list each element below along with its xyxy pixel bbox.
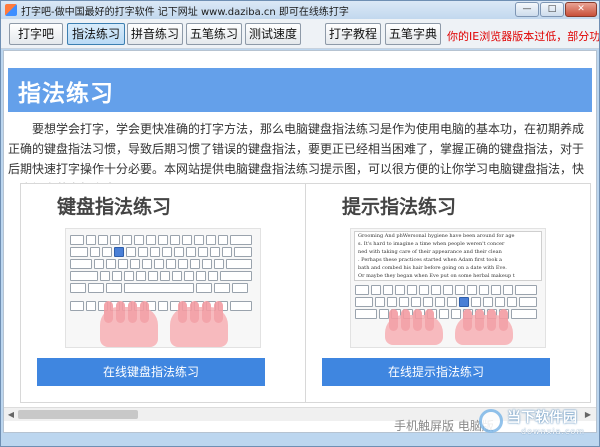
scrollbar-thumb[interactable] bbox=[18, 410, 138, 419]
nav-tutorial-button[interactable]: 打字教程 bbox=[325, 23, 381, 45]
sample-text-panel: Grooming And phWersonal hygiene have bee… bbox=[354, 231, 542, 281]
hands-illustration bbox=[385, 309, 515, 347]
web-content: 指法练习 要想学会打字，学会更快准确的打字方法，那么电脑键盘指法练习是作为使用电… bbox=[3, 50, 597, 433]
app-window: 打字吧-做中国最好的打字软件 记下网址 www.daziba.cn 即可在线练打… bbox=[0, 0, 600, 447]
nav-toolbar: 打字吧 指法练习 拼音练习 五笔练习 测试速度 打字教程 五笔字典 你的IE浏览… bbox=[1, 19, 599, 49]
scroll-left-icon[interactable]: ◀ bbox=[5, 409, 17, 420]
keyboard-practice-card: 键盘指法练习 在线键盘指法练习 bbox=[20, 183, 306, 403]
nav-wubi-dict-button[interactable]: 五笔字典 bbox=[385, 23, 441, 45]
card-title: 提示指法练习 bbox=[342, 196, 457, 218]
watermark-text: 当下软件园 bbox=[507, 410, 577, 426]
hint-fingering-image: Grooming And phWersonal hygiene have bee… bbox=[350, 228, 546, 348]
keyboard-row bbox=[355, 297, 537, 307]
watermark-logo-icon bbox=[479, 409, 503, 433]
maximize-button[interactable]: □ bbox=[540, 2, 564, 17]
hands-illustration bbox=[100, 301, 230, 347]
keyboard-row bbox=[70, 271, 252, 281]
nav-daziba-button[interactable]: 打字吧 bbox=[9, 23, 63, 45]
keyboard-row bbox=[70, 247, 252, 257]
sample-text-line: ned with taking care of their appearance… bbox=[358, 249, 502, 255]
online-hint-practice-button[interactable]: 在线提示指法练习 bbox=[322, 358, 550, 386]
keyboard-fingering-image bbox=[65, 228, 261, 348]
card-title: 键盘指法练习 bbox=[57, 196, 172, 218]
browser-warning: 你的IE浏览器版本过低，部分功能可能无法使用 bbox=[447, 30, 600, 43]
keyboard-row bbox=[70, 283, 248, 293]
sample-text-line: s. It's hard to imagine a time when peop… bbox=[358, 241, 505, 247]
sample-text-line: bath and combed his hair before going on… bbox=[358, 265, 507, 271]
nav-wubi-button[interactable]: 五笔练习 bbox=[186, 23, 242, 45]
sample-text-line: Grooming And phWersonal hygiene have bee… bbox=[358, 233, 515, 239]
page-title: 指法练习 bbox=[18, 81, 114, 107]
keyboard-row bbox=[70, 235, 252, 245]
online-keyboard-practice-button[interactable]: 在线键盘指法练习 bbox=[37, 358, 265, 386]
hint-practice-card: 提示指法练习 Grooming And phWersonal hygiene h… bbox=[305, 183, 591, 403]
close-button[interactable]: ✕ bbox=[565, 2, 597, 17]
sample-text-line: Or maybe they began when Eve put on some… bbox=[358, 273, 515, 279]
watermark-subtext: downxia.com bbox=[521, 427, 586, 436]
sample-text-line: . Perhaps these practices started when A… bbox=[358, 257, 503, 263]
title-bar[interactable]: 打字吧-做中国最好的打字软件 记下网址 www.daziba.cn 即可在线练打… bbox=[1, 1, 599, 19]
nav-speed-test-button[interactable]: 测试速度 bbox=[245, 23, 301, 45]
nav-fingering-button[interactable]: 指法练习 bbox=[67, 23, 125, 45]
intro-paragraph: 要想学会打字，学会更快准确的打字方法，那么电脑键盘指法练习是作为使用电脑的基本功… bbox=[8, 122, 585, 183]
app-logo-icon bbox=[5, 4, 17, 16]
minimize-button[interactable]: — bbox=[515, 2, 539, 17]
page-banner: 指法练习 bbox=[8, 68, 592, 112]
watermark: 当下软件园 downxia.com bbox=[479, 405, 597, 445]
keyboard-row bbox=[355, 285, 537, 295]
keyboard-row bbox=[70, 259, 252, 269]
nav-pinyin-button[interactable]: 拼音练习 bbox=[127, 23, 183, 45]
window-title: 打字吧-做中国最好的打字软件 记下网址 www.daziba.cn 即可在线练打… bbox=[21, 7, 349, 18]
